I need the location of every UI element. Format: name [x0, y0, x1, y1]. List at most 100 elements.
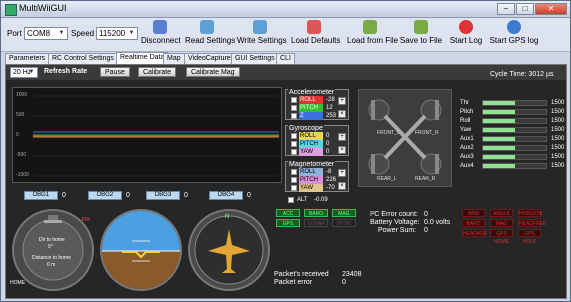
battery-voltage-value: 0.0 volts: [424, 219, 451, 226]
debug-3: DBG3 0: [146, 191, 206, 201]
write-settings-button[interactable]: Write Settings: [237, 20, 287, 50]
mode-angle: ANGLE: [490, 209, 513, 217]
mag-roll-label: ROLL: [299, 168, 323, 176]
quad-frame-icon: [368, 99, 442, 175]
close-button[interactable]: ✕: [535, 3, 567, 15]
alt-checkbox[interactable]: [288, 197, 294, 203]
debug-2-label: DBG2: [88, 191, 122, 200]
write-settings-label: Write Settings: [237, 36, 287, 45]
start-gps-log-button[interactable]: Start GPS log: [489, 20, 539, 50]
acc-scale-up-button[interactable]: +: [338, 97, 346, 105]
satellite-icon: [22, 215, 84, 281]
refresh-rate-select[interactable]: 20 Hz ▼: [10, 67, 38, 78]
speed-select[interactable]: 115200 ▼: [96, 27, 138, 40]
rc-channel-bar: [482, 154, 547, 160]
mag-roll-checkbox[interactable]: [291, 169, 297, 175]
graph-tick: 1000: [16, 92, 28, 98]
calibrate-mag-button[interactable]: Calibrate Mag: [186, 67, 240, 77]
port-select[interactable]: COM8 ▼: [24, 27, 68, 40]
rc-channel-fill: [483, 137, 515, 141]
read-settings-button[interactable]: Read Settings: [185, 20, 235, 50]
load-from-file-button[interactable]: Load from File: [347, 20, 398, 50]
start-gps-log-label: Start GPS log: [489, 36, 539, 45]
tab-realtime-data[interactable]: Realtime Data: [116, 52, 169, 64]
packets-received-label: Packet's received: [274, 271, 329, 278]
rc-channel-bar: [482, 118, 547, 124]
start-log-button[interactable]: Start Log: [449, 20, 483, 50]
tab-videocapture[interactable]: VideoCapture: [184, 53, 235, 64]
gyro-roll-value: 0: [326, 133, 330, 139]
acc-roll-checkbox[interactable]: [291, 97, 297, 103]
mag-scale-down-button[interactable]: ×: [338, 182, 346, 190]
save-to-file-label: Save to File: [399, 36, 443, 45]
minimize-button[interactable]: –: [497, 3, 515, 15]
acc-pitch-checkbox[interactable]: [291, 105, 297, 111]
pause-button[interactable]: Pause: [100, 67, 130, 77]
acc-z-checkbox[interactable]: [291, 113, 297, 119]
acc-z-label: Z: [299, 112, 323, 120]
rc-channel-fill: [483, 155, 515, 159]
rc-channel-label: Thr: [460, 100, 469, 106]
dir-to-home-value: 0°: [48, 244, 53, 250]
calibrate-button[interactable]: Calibrate: [138, 67, 177, 77]
packets-received-value: 23408: [342, 271, 362, 278]
magnetometer-title: Magnetometer: [288, 161, 336, 168]
rc-channel-label: Pitch: [460, 109, 474, 115]
gyro-scale-up-button[interactable]: +: [338, 133, 346, 141]
debug-2-value: 0: [126, 192, 130, 199]
motor-rear-right-label: REAR_R: [415, 176, 436, 182]
gyro-yaw-label: YAW: [299, 148, 323, 156]
distance-to-home-value: 0 m: [47, 262, 56, 268]
rc-channel-bar: [482, 100, 547, 106]
tab-parameters[interactable]: Parameters: [5, 53, 50, 64]
rc-channel-value: 1500: [551, 109, 565, 115]
gyroscope-title: Gyroscope: [288, 125, 324, 132]
gyroscope-group: Gyroscope ROLL 0 PITCH 0 YAW 0 + ×: [285, 125, 349, 156]
rc-channel-aux3: Aux3 1500: [460, 153, 570, 161]
disconnect-button[interactable]: Disconnect: [141, 20, 181, 50]
load-defaults-button[interactable]: Load Defaults: [291, 20, 341, 50]
debug-1-label: DBG1: [24, 191, 58, 200]
acc-scale-down-button[interactable]: ×: [338, 110, 346, 118]
power-sum-value: 0: [424, 227, 428, 234]
tab-cli[interactable]: CLI: [276, 53, 295, 64]
motor-front-left-label: FRONT_L: [377, 130, 400, 136]
graph-tick: 0: [16, 132, 19, 138]
mag-pitch-label: PITCH: [299, 176, 323, 184]
artificial-horizon-icon: [102, 211, 180, 289]
rc-channel-label: Aux2: [460, 145, 474, 151]
tab-map[interactable]: Map: [163, 53, 185, 64]
save-to-file-button[interactable]: Save to File: [399, 20, 443, 50]
debug-2: DBG2 0: [88, 191, 148, 201]
attitude-indicator: [100, 209, 182, 291]
maximize-button[interactable]: □: [516, 3, 534, 15]
gyro-yaw-checkbox[interactable]: [291, 149, 297, 155]
alt-value: -0.09: [314, 197, 328, 203]
tab-gui-settings[interactable]: GUI Settings: [231, 53, 279, 64]
rc-channel-label: Aux4: [460, 163, 474, 169]
rc-channel-bar: [482, 163, 547, 169]
rc-channel-value: 1500: [551, 145, 565, 151]
mode-gps-home: GPS HOME: [490, 229, 513, 245]
mag-yaw-checkbox[interactable]: [291, 185, 297, 191]
gyro-pitch-checkbox[interactable]: [291, 141, 297, 147]
mag-pitch-checkbox[interactable]: [291, 177, 297, 183]
write-settings-icon: [253, 20, 267, 34]
accelerometer-title: Accelerometer: [288, 89, 336, 96]
debug-4-value: 0: [247, 192, 251, 199]
gyro-scale-down-button[interactable]: ×: [338, 146, 346, 154]
window-title: MultiWiiGUI: [19, 3, 67, 13]
rc-channel-value: 1500: [551, 100, 565, 106]
toolbar: Port COM8 ▼ Speed 115200 ▼ Disconnect Re…: [1, 18, 570, 52]
rc-channel-roll: Roll 1500: [460, 117, 570, 125]
rc-channel-label: Aux1: [460, 136, 474, 142]
debug-1-value: 0: [62, 192, 66, 199]
load-defaults-label: Load Defaults: [291, 36, 341, 45]
port-label: Port: [7, 29, 22, 38]
file-icon: [363, 20, 377, 34]
mag-scale-up-button[interactable]: +: [338, 169, 346, 177]
motor-rear-left-label: REAR_L: [377, 176, 397, 182]
rc-channel-pitch: Pitch 1500: [460, 108, 570, 116]
tab-rc-control-settings[interactable]: RC Control Settings: [48, 53, 118, 64]
gyro-roll-checkbox[interactable]: [291, 133, 297, 139]
